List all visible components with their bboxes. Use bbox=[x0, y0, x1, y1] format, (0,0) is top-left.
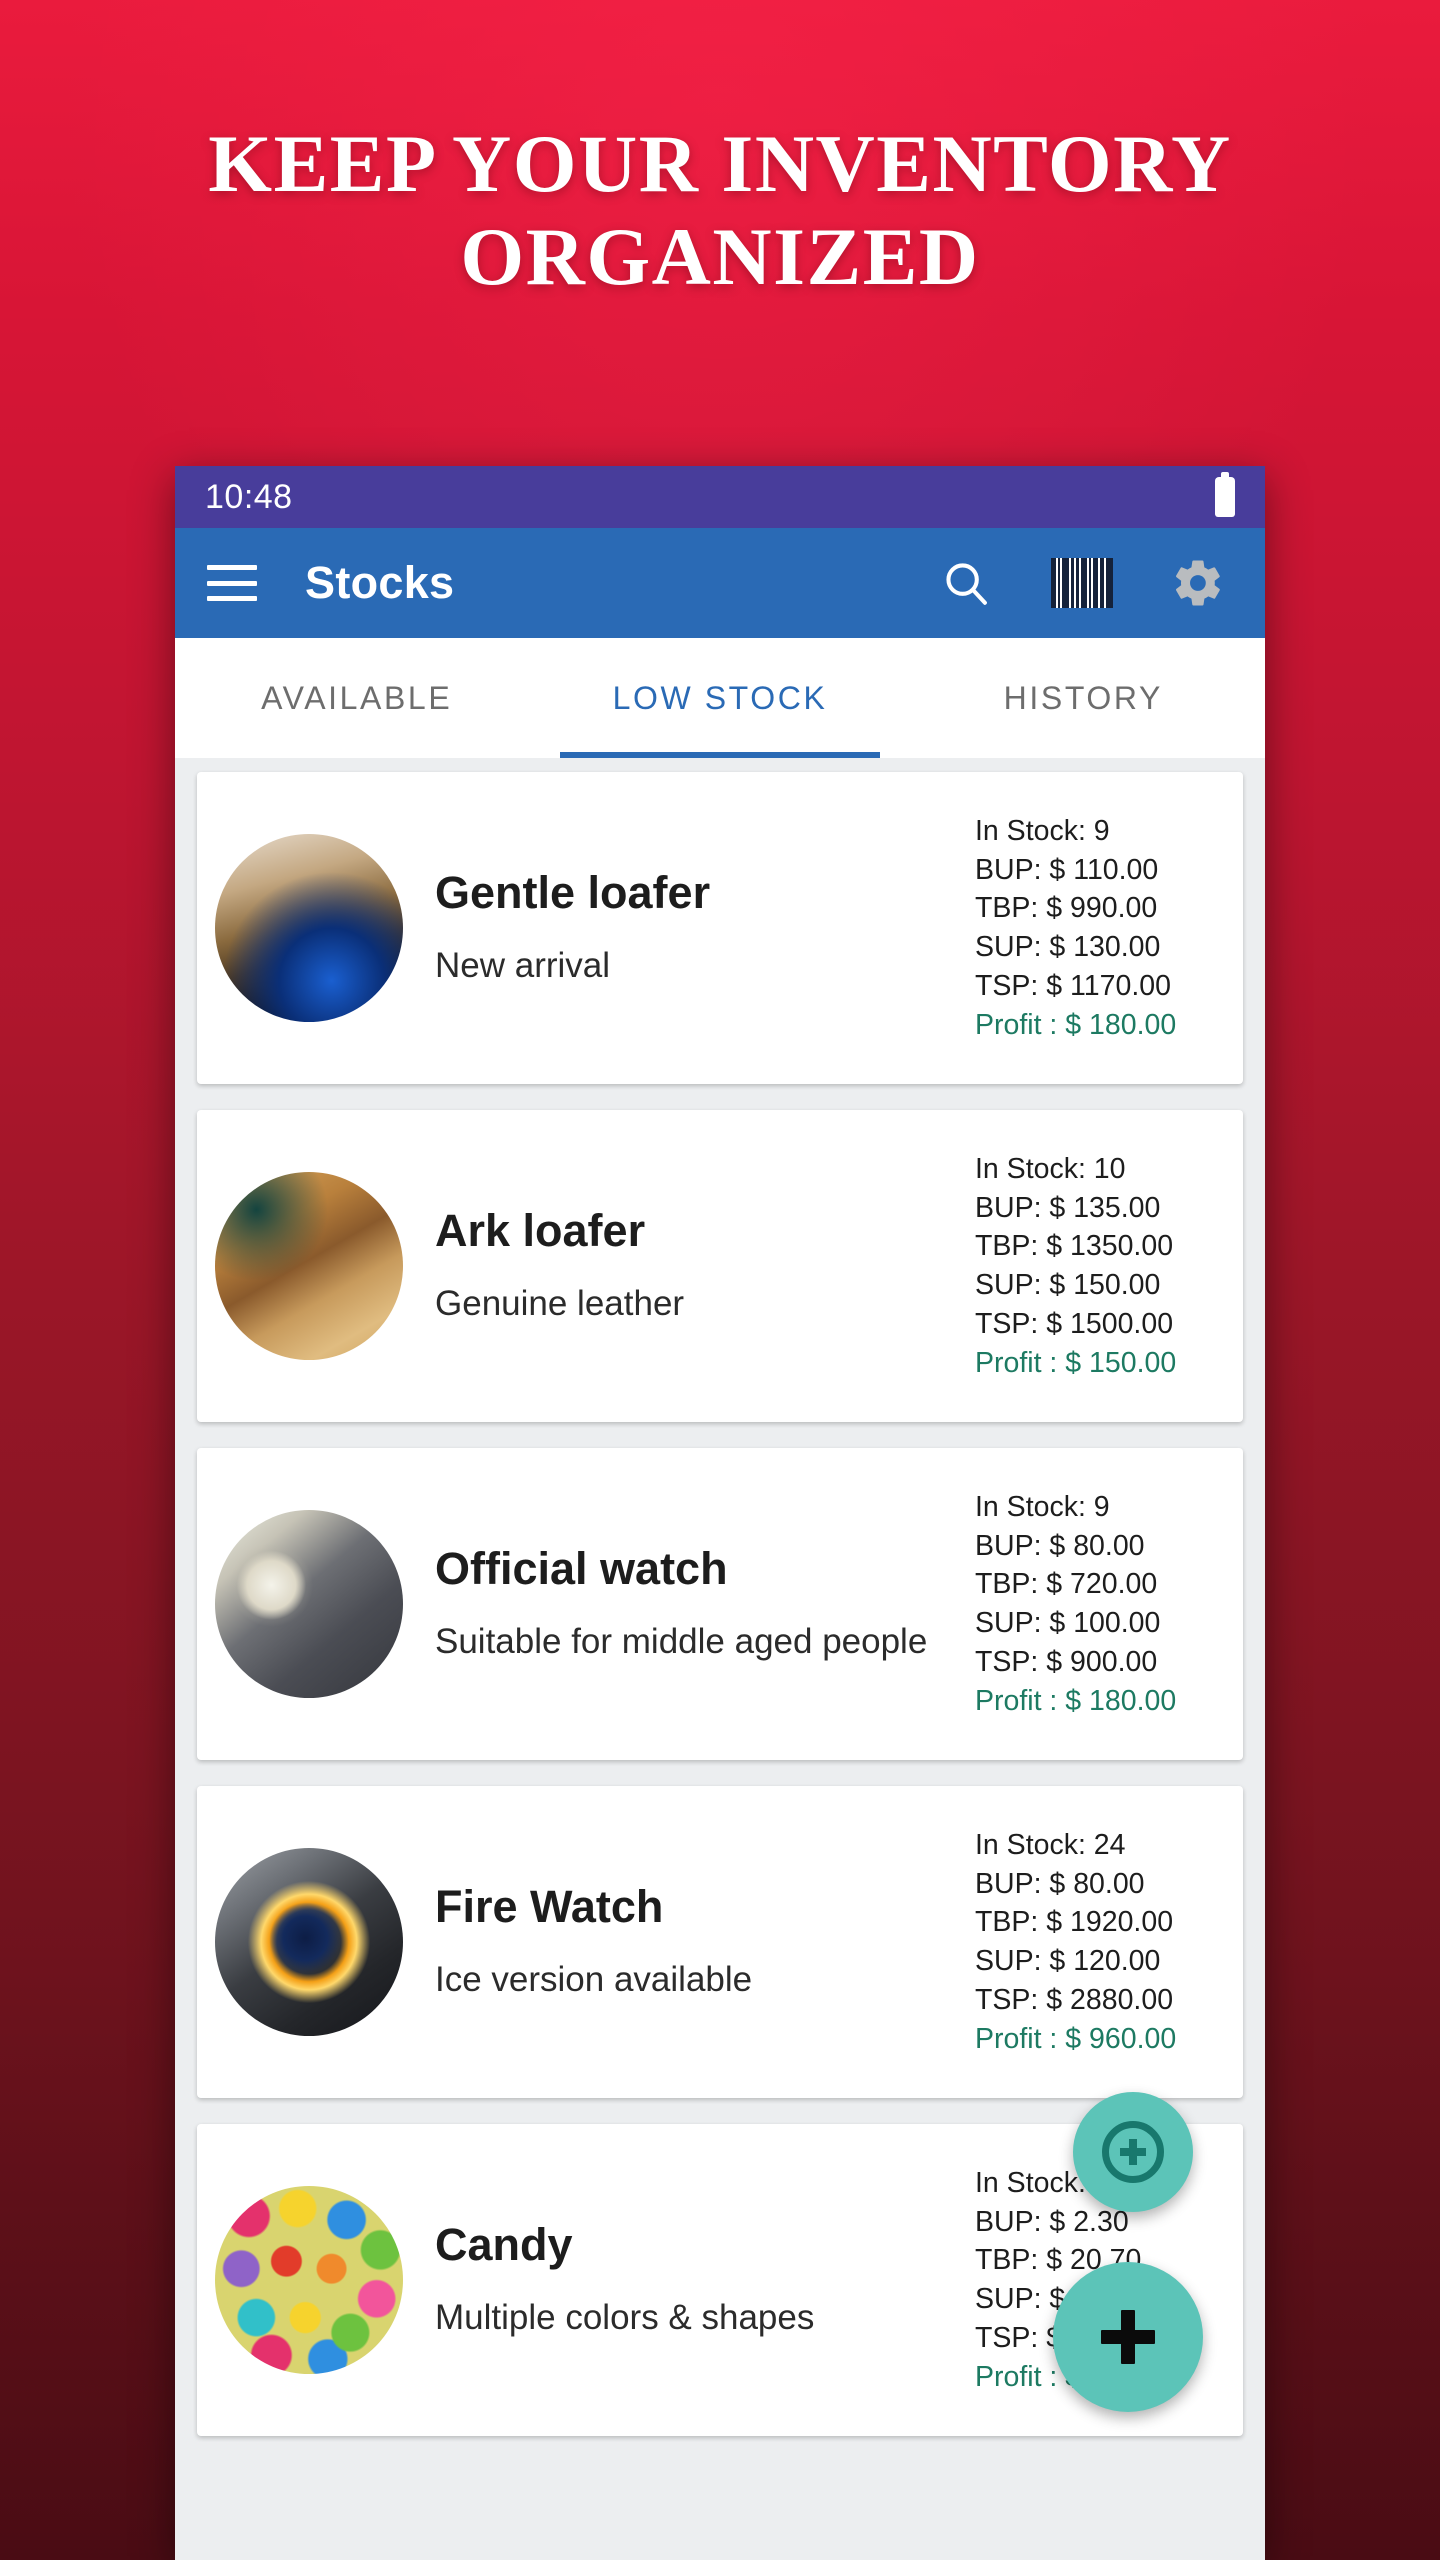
add-stock-secondary-fab[interactable] bbox=[1073, 2092, 1193, 2212]
item-tbp: TBP: $ 990.00 bbox=[975, 892, 1158, 925]
item-in-stock: In Stock: 24 bbox=[975, 1828, 1126, 1861]
item-stats: In Stock: 9 BUP: $ 80.00 TBP: $ 720.00 S… bbox=[975, 1488, 1227, 1721]
status-bar: 10:48 bbox=[175, 466, 1265, 528]
circle-plus-icon bbox=[1102, 2121, 1164, 2183]
item-tsp: TSP: $ 2880.00 bbox=[975, 1983, 1174, 2016]
item-description: Genuine leather bbox=[435, 1283, 685, 1323]
item-profit: Profit : $ 150.00 bbox=[975, 1346, 1177, 1379]
item-profit: Profit : $ 180.00 bbox=[975, 1008, 1177, 1041]
item-bup: BUP: $ 135.00 bbox=[975, 1191, 1161, 1224]
battery-icon bbox=[1215, 472, 1235, 517]
app-bar: Stocks bbox=[175, 528, 1265, 638]
item-thumbnail bbox=[215, 2186, 403, 2374]
item-bup: BUP: $ 80.00 bbox=[975, 1529, 1145, 1562]
item-name: Fire Watch bbox=[435, 1881, 664, 1933]
item-in-stock: In Stock: 9 bbox=[975, 1490, 1110, 1523]
add-stock-fab[interactable] bbox=[1053, 2262, 1203, 2412]
status-bar-clock: 10:48 bbox=[205, 477, 293, 516]
item-name: Candy bbox=[435, 2219, 573, 2271]
plus-icon bbox=[1099, 2308, 1157, 2366]
hamburger-menu-icon[interactable] bbox=[207, 565, 257, 601]
item-bup: BUP: $ 110.00 bbox=[975, 853, 1159, 886]
item-info: Ark loafer Genuine leather bbox=[403, 1206, 975, 1325]
barcode-scan-icon[interactable] bbox=[1051, 558, 1113, 608]
list-item[interactable]: Gentle loafer New arrival In Stock: 9 BU… bbox=[197, 772, 1243, 1084]
search-icon[interactable] bbox=[939, 556, 993, 610]
item-info: Official watch Suitable for middle aged … bbox=[403, 1544, 975, 1663]
headline-line-2: ORGANIZED bbox=[460, 210, 980, 302]
page-title: Stocks bbox=[305, 557, 455, 608]
item-tsp: TSP: $ 900.00 bbox=[975, 1645, 1158, 1678]
item-profit: Profit : $ 960.00 bbox=[975, 2022, 1177, 2055]
promo-headline: KEEP YOUR INVENTORY ORGANIZED bbox=[0, 118, 1440, 303]
item-in-stock: In Stock: 10 bbox=[975, 1152, 1126, 1185]
item-description: Ice version available bbox=[435, 1959, 753, 1999]
promo-banner: KEEP YOUR INVENTORY ORGANIZED 10:48 Stoc… bbox=[0, 0, 1440, 2560]
list-item[interactable]: Ark loafer Genuine leather In Stock: 10 … bbox=[197, 1110, 1243, 1422]
item-description: Multiple colors & shapes bbox=[435, 2297, 815, 2337]
item-profit: Profit : $ 180.00 bbox=[975, 1684, 1177, 1717]
headline-line-1: KEEP YOUR INVENTORY bbox=[208, 118, 1232, 209]
tab-available[interactable]: AVAILABLE bbox=[175, 638, 538, 758]
item-sup: SUP: $ 130.00 bbox=[975, 931, 1161, 963]
item-info: Candy Multiple colors & shapes bbox=[403, 2220, 975, 2339]
status-bar-indicators bbox=[1215, 472, 1235, 517]
tab-low-stock[interactable]: LOW STOCK bbox=[538, 638, 901, 758]
item-thumbnail bbox=[215, 1172, 403, 1360]
item-stats: In Stock: 24 BUP: $ 80.00 TBP: $ 1920.00… bbox=[975, 1826, 1227, 2059]
item-tsp: TSP: $ 1170.00 bbox=[975, 969, 1171, 1002]
list-item[interactable]: Official watch Suitable for middle aged … bbox=[197, 1448, 1243, 1760]
item-sup: SUP: $ 100.00 bbox=[975, 1607, 1161, 1639]
tab-history[interactable]: HISTORY bbox=[902, 638, 1265, 758]
item-tsp: TSP: $ 1500.00 bbox=[975, 1307, 1174, 1340]
tab-bar: AVAILABLE LOW STOCK HISTORY bbox=[175, 638, 1265, 758]
item-info: Fire Watch Ice version available bbox=[403, 1882, 975, 2001]
item-stats: In Stock: 10 BUP: $ 135.00 TBP: $ 1350.0… bbox=[975, 1150, 1227, 1383]
item-stats: In Stock: 9 BUP: $ 110.00 TBP: $ 990.00 … bbox=[975, 812, 1227, 1045]
item-tbp: TBP: $ 1350.00 bbox=[975, 1230, 1174, 1263]
item-sup: SUP: $ 150.00 bbox=[975, 1269, 1161, 1301]
gear-icon[interactable] bbox=[1171, 556, 1225, 610]
item-in-stock: In Stock: 9 bbox=[975, 814, 1110, 847]
item-bup: BUP: $ 80.00 bbox=[975, 1867, 1145, 1900]
item-description: New arrival bbox=[435, 945, 611, 985]
item-tbp: TBP: $ 1920.00 bbox=[975, 1906, 1174, 1939]
item-bup: BUP: $ 2.30 bbox=[975, 2205, 1129, 2238]
item-sup: SUP: $ 120.00 bbox=[975, 1945, 1161, 1977]
item-name: Gentle loafer bbox=[435, 867, 711, 919]
phone-screenshot: 10:48 Stocks AVAILABLE LOW STOCK HISTORY… bbox=[175, 466, 1265, 2560]
item-thumbnail bbox=[215, 834, 403, 1022]
list-item[interactable]: Fire Watch Ice version available In Stoc… bbox=[197, 1786, 1243, 2098]
item-description: Suitable for middle aged people bbox=[435, 1621, 928, 1661]
tab-active-indicator bbox=[538, 752, 901, 758]
item-thumbnail bbox=[215, 1510, 403, 1698]
item-thumbnail bbox=[215, 1848, 403, 2036]
item-tbp: TBP: $ 720.00 bbox=[975, 1568, 1158, 1601]
item-info: Gentle loafer New arrival bbox=[403, 868, 975, 987]
item-name: Official watch bbox=[435, 1543, 728, 1595]
item-name: Ark loafer bbox=[435, 1205, 646, 1257]
app-bar-actions bbox=[939, 556, 1233, 610]
